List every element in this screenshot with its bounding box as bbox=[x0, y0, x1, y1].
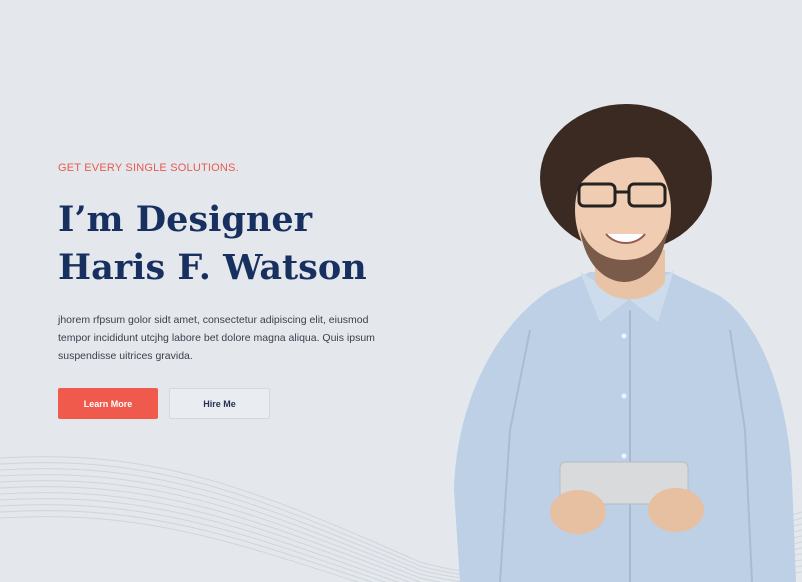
hero-tagline: GET EVERY SINGLE SOLUTIONS. bbox=[58, 162, 239, 174]
hero-description: jhorem rfpsum golor sidt amet, consectet… bbox=[58, 314, 375, 362]
headline-line-2: Haris F. Watson bbox=[58, 247, 367, 288]
hire-me-button[interactable]: Hire Me bbox=[169, 388, 270, 419]
headline-line-1: I’m Designer bbox=[58, 199, 313, 240]
hero-headline: I’m Designer Haris F. Watson bbox=[58, 196, 367, 292]
hero-section: GET EVERY SINGLE SOLUTIONS. I’m Designer… bbox=[0, 0, 802, 582]
portrait-photo bbox=[454, 104, 796, 582]
learn-more-button[interactable]: Learn More bbox=[58, 388, 158, 419]
